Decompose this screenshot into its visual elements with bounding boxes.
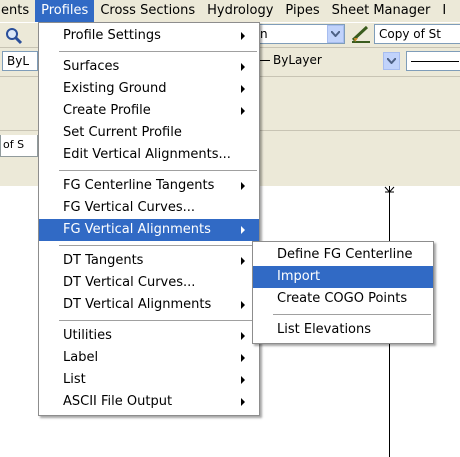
lineweight-combo[interactable]: [406, 51, 460, 71]
menu-item-dt-vertical-alignments[interactable]: DT Vertical Alignments: [39, 294, 259, 316]
submenu-arrow-icon: [241, 301, 245, 309]
pen-style-icon[interactable]: [350, 24, 372, 44]
menu-item-surfaces[interactable]: Surfaces: [39, 56, 259, 78]
submenu-arrow-icon: [241, 182, 245, 190]
menu-item-ascii-file-output[interactable]: ASCII File Output: [39, 391, 259, 413]
menu-item-label[interactable]: Label: [39, 347, 259, 369]
menu-sheet-manager[interactable]: Sheet Manager: [326, 0, 437, 22]
menu-cross-sections[interactable]: Cross Sections: [94, 0, 201, 22]
zoom-icon[interactable]: [4, 26, 24, 46]
menu-item-define-fg-centerline[interactable]: Define FG Centerline: [253, 244, 433, 266]
menu-item-set-current-profile[interactable]: Set Current Profile: [39, 122, 259, 144]
layer-combo-left[interactable]: ByL: [2, 51, 38, 71]
menu-item-label: Set Current Profile: [63, 125, 182, 140]
menubar: ents Profiles Cross Sections Hydrology P…: [0, 0, 460, 22]
menu-express[interactable]: ents: [0, 0, 35, 22]
menu-more[interactable]: I: [436, 0, 452, 22]
fg-vertical-alignments-submenu: Define FG Centerline Import Create COGO Po…: [252, 241, 434, 344]
menu-item-label: Edit Vertical Alignments...: [63, 147, 231, 162]
menu-profiles[interactable]: Profiles: [35, 0, 95, 22]
submenu-arrow-icon: [241, 85, 245, 93]
linetype-combo-value: ByLayer: [273, 53, 322, 67]
menu-item-label: List: [63, 372, 86, 387]
menu-item-label: Import: [277, 269, 321, 284]
menu-item-utilities[interactable]: Utilities: [39, 325, 259, 347]
menu-separator: [39, 47, 259, 56]
submenu-arrow-icon: [241, 376, 245, 384]
menu-item-label: Create Profile: [63, 103, 151, 118]
layout-tab[interactable]: of S: [0, 135, 38, 157]
menu-item-list-elevations[interactable]: List Elevations: [253, 319, 433, 341]
view-combo-value: n: [260, 27, 268, 41]
submenu-arrow-icon: [241, 226, 245, 234]
layer-combo-left-value: ByL: [7, 54, 30, 68]
submenu-arrow-icon: [241, 354, 245, 362]
menu-separator: [39, 241, 259, 250]
style-combo[interactable]: Copy of St: [374, 24, 460, 44]
profiles-menu: Profile Settings Surfaces Existing Ground C…: [38, 22, 260, 416]
menu-item-label: FG Vertical Curves...: [63, 200, 195, 215]
layout-tab-label: of S: [3, 138, 25, 151]
menu-item-fg-vertical-alignments[interactable]: FG Vertical Alignments: [39, 219, 259, 241]
menu-item-label: DT Vertical Alignments: [63, 297, 212, 312]
menu-item-label: ASCII File Output: [63, 394, 173, 409]
menu-item-list[interactable]: List: [39, 369, 259, 391]
menu-item-profile-settings[interactable]: Profile Settings: [39, 25, 259, 47]
submenu-arrow-icon: [241, 398, 245, 406]
submenu-arrow-icon: [241, 32, 245, 40]
dropdown-arrow-icon: [387, 58, 396, 64]
menu-item-edit-vertical-alignments[interactable]: Edit Vertical Alignments...: [39, 144, 259, 166]
menu-item-create-profile[interactable]: Create Profile: [39, 100, 259, 122]
submenu-arrow-icon: [241, 107, 245, 115]
menu-item-existing-ground[interactable]: Existing Ground: [39, 78, 259, 100]
menu-separator: [39, 316, 259, 325]
menu-item-fg-centerline-tangents[interactable]: FG Centerline Tangents: [39, 175, 259, 197]
style-combo-value: Copy of St: [379, 27, 441, 41]
dropdown-arrow-icon: [331, 31, 340, 37]
menu-item-label: Utilities: [63, 328, 112, 343]
menu-item-label: List Elevations: [277, 322, 372, 337]
submenu-arrow-icon: [241, 257, 245, 265]
submenu-arrow-icon: [241, 63, 245, 71]
menu-item-label: DT Tangents: [63, 253, 144, 268]
menu-item-dt-tangents[interactable]: DT Tangents: [39, 250, 259, 272]
menu-item-fg-vertical-curves[interactable]: FG Vertical Curves...: [39, 197, 259, 219]
menu-item-label: FG Vertical Alignments: [63, 222, 211, 237]
menu-item-label: Profile Settings: [63, 28, 161, 43]
menu-item-label: Surfaces: [63, 59, 120, 74]
view-combo-dropdown[interactable]: [327, 25, 344, 43]
lineweight-sample: [411, 61, 459, 62]
menu-item-create-cogo-points[interactable]: Create COGO Points: [253, 288, 433, 310]
menu-item-dt-vertical-curves[interactable]: DT Vertical Curves...: [39, 272, 259, 294]
menu-item-label: Existing Ground: [63, 81, 167, 96]
menu-item-label: Create COGO Points: [277, 291, 408, 306]
menu-item-import[interactable]: Import: [253, 266, 433, 288]
menu-item-label: DT Vertical Curves...: [63, 275, 196, 290]
submenu-arrow-icon: [241, 332, 245, 340]
menu-item-label: Label: [63, 350, 99, 365]
linetype-combo-dropdown[interactable]: [383, 52, 400, 70]
menu-pipes[interactable]: Pipes: [279, 0, 325, 22]
menu-hydrology[interactable]: Hydrology: [201, 0, 279, 22]
menu-item-label: Define FG Centerline: [277, 247, 413, 262]
menu-separator: [39, 166, 259, 175]
menu-item-label: FG Centerline Tangents: [63, 178, 215, 193]
menu-separator: [253, 310, 433, 319]
